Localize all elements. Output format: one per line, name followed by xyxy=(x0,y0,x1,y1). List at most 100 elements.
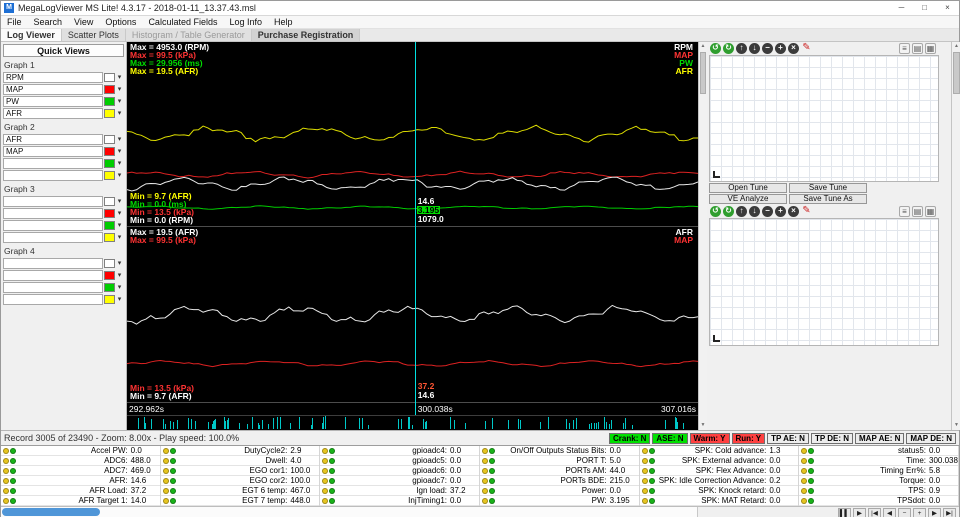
tab[interactable]: Log Viewer xyxy=(1,29,62,41)
channel-select[interactable] xyxy=(3,207,103,219)
tune-action-button[interactable]: VE Analyze xyxy=(709,194,787,204)
chevron-down-icon[interactable]: ▾ xyxy=(115,196,124,207)
list-view-icon[interactable]: ≡ xyxy=(899,43,910,54)
data-field[interactable]: status5 0.0 xyxy=(799,446,958,456)
table-view-icon[interactable]: ▤ xyxy=(912,43,923,54)
data-field[interactable]: ADC7 469.0 xyxy=(1,466,160,476)
tune-action-button[interactable]: Open Tune xyxy=(709,183,787,193)
data-field[interactable]: PORTs BDE 215.0 xyxy=(480,476,639,486)
data-field[interactable]: PW 3.195 xyxy=(480,496,639,506)
close-button[interactable]: × xyxy=(936,1,959,15)
cursor-line[interactable] xyxy=(414,42,416,415)
channel-color-swatch[interactable] xyxy=(104,96,115,106)
scale-up-icon[interactable]: ↑ xyxy=(736,43,747,54)
data-field[interactable]: TPSdot 0.0 xyxy=(799,496,958,506)
data-field[interactable]: Timing Err% 5.8 xyxy=(799,466,958,476)
channel-color-swatch[interactable] xyxy=(104,158,115,168)
undo-icon[interactable]: ↺ xyxy=(710,206,721,217)
channel-color-swatch[interactable] xyxy=(104,196,115,206)
edit-icon[interactable]: ✎ xyxy=(801,206,812,217)
tab[interactable]: Scatter Plots xyxy=(61,29,126,41)
tab[interactable]: Purchase Registration xyxy=(251,29,361,41)
channel-color-swatch[interactable] xyxy=(104,208,115,218)
step-back-icon[interactable]: ◀ xyxy=(883,507,896,517)
data-field[interactable]: EGO cor2 100.0 xyxy=(160,476,320,486)
tab[interactable]: Histogram / Table Generator xyxy=(125,29,252,41)
chevron-down-icon[interactable]: ▾ xyxy=(115,208,124,219)
scroll-up-icon[interactable]: ▲ xyxy=(952,42,960,51)
clear-icon[interactable]: × xyxy=(788,206,799,217)
pause-icon[interactable]: ▌▌ xyxy=(837,507,851,517)
data-field[interactable]: InjTiming1 0.0 xyxy=(320,496,479,506)
channel-select[interactable] xyxy=(3,157,103,169)
channel-color-swatch[interactable] xyxy=(104,294,115,304)
data-field[interactable]: PORTs AM 44.0 xyxy=(480,466,639,476)
data-field[interactable]: Torque 0.0 xyxy=(799,476,958,486)
menu-item[interactable]: View xyxy=(68,16,99,29)
chevron-down-icon[interactable]: ▾ xyxy=(115,134,124,145)
menu-item[interactable]: File xyxy=(1,16,28,29)
maximize-button[interactable]: □ xyxy=(913,1,936,15)
chart-area[interactable]: Max = 4953.0 (RPM) Max = 99.5 (kPa) Max … xyxy=(127,42,698,430)
channel-select[interactable] xyxy=(3,195,103,207)
redo-icon[interactable]: ↻ xyxy=(723,206,734,217)
scale-down-icon[interactable]: ↓ xyxy=(749,43,760,54)
tune-table-bottom[interactable] xyxy=(709,218,939,346)
scroll-down-icon[interactable]: ▼ xyxy=(699,421,707,430)
channel-select[interactable]: RPM xyxy=(3,71,103,83)
chevron-down-icon[interactable]: ▾ xyxy=(115,170,124,181)
channel-select[interactable]: AFR xyxy=(3,107,103,119)
step-forward-icon[interactable]: ▶ xyxy=(928,507,941,517)
tune-action-button[interactable]: Save Tune As xyxy=(789,194,867,204)
channel-color-swatch[interactable] xyxy=(104,282,115,292)
graph-panel[interactable]: Max = 4953.0 (RPM) Max = 99.5 (kPa) Max … xyxy=(127,42,698,227)
channel-color-swatch[interactable] xyxy=(104,108,115,118)
chevron-down-icon[interactable]: ▾ xyxy=(115,72,124,83)
data-field[interactable]: gpioadc5 0.0 xyxy=(320,456,479,466)
data-field[interactable]: TPS 0.9 xyxy=(799,486,958,496)
edit-icon[interactable]: ✎ xyxy=(801,43,812,54)
scale-up-icon[interactable]: ↑ xyxy=(736,206,747,217)
channel-select[interactable]: PW xyxy=(3,95,103,107)
channel-color-swatch[interactable] xyxy=(104,170,115,180)
menu-item[interactable]: Options xyxy=(99,16,142,29)
data-field[interactable]: SPK: Cold advance 1.3 xyxy=(639,446,799,456)
slower-icon[interactable]: − xyxy=(898,507,911,517)
scroll-up-icon[interactable]: ▲ xyxy=(699,42,707,51)
redo-icon[interactable]: ↻ xyxy=(723,43,734,54)
decrement-icon[interactable]: − xyxy=(762,43,773,54)
scrollbar-thumb[interactable] xyxy=(2,508,100,516)
tune-action-button[interactable]: Save Tune xyxy=(789,183,867,193)
table-view-icon[interactable]: ▤ xyxy=(912,206,923,217)
chevron-down-icon[interactable]: ▾ xyxy=(115,96,124,107)
channel-color-swatch[interactable] xyxy=(104,72,115,82)
chevron-down-icon[interactable]: ▾ xyxy=(115,158,124,169)
menu-item[interactable]: Calculated Fields xyxy=(142,16,223,29)
channel-select[interactable]: AFR xyxy=(3,133,103,145)
skip-start-icon[interactable]: |◀ xyxy=(868,507,881,517)
chevron-down-icon[interactable]: ▾ xyxy=(115,282,124,293)
chevron-down-icon[interactable]: ▾ xyxy=(115,232,124,243)
chevron-down-icon[interactable]: ▾ xyxy=(115,108,124,119)
data-field[interactable]: Ign load 37.2 xyxy=(320,486,479,496)
channel-select[interactable] xyxy=(3,169,103,181)
data-field[interactable]: AFR Target 1 14.0 xyxy=(1,496,160,506)
channel-select[interactable] xyxy=(3,219,103,231)
channel-select[interactable] xyxy=(3,281,103,293)
decrement-icon[interactable]: − xyxy=(762,206,773,217)
channel-select[interactable]: MAP xyxy=(3,145,103,157)
channel-select[interactable]: MAP xyxy=(3,83,103,95)
list-view-icon[interactable]: ≡ xyxy=(899,206,910,217)
data-field[interactable]: Time 300.038 xyxy=(799,456,958,466)
data-field[interactable]: SPK: MAT Retard 0.0 xyxy=(639,496,799,506)
menu-item[interactable]: Log Info xyxy=(223,16,268,29)
data-field[interactable]: gpioadc7 0.0 xyxy=(320,476,479,486)
chart-scrollbar[interactable]: ▲ ▼ xyxy=(698,42,707,430)
skip-end-icon[interactable]: ▶| xyxy=(943,507,956,517)
data-field[interactable]: EGT 6 temp 467.0 xyxy=(160,486,320,496)
clear-icon[interactable]: × xyxy=(788,43,799,54)
data-field[interactable]: SPK: External advance 0.0 xyxy=(639,456,799,466)
data-field[interactable]: EGO cor1 100.0 xyxy=(160,466,320,476)
data-field[interactable]: DutyCycle2 2.9 xyxy=(160,446,320,456)
data-field[interactable]: On/Off Outputs Status Bits 0.0 xyxy=(480,446,639,456)
